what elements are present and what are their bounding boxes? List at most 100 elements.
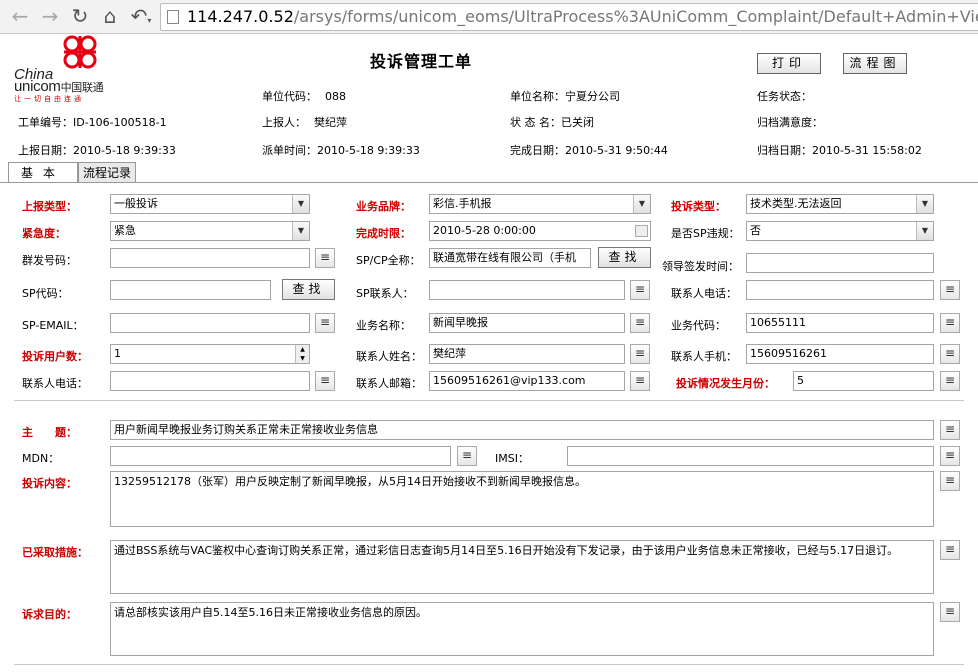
menu-icon[interactable]: ≡ [940,371,960,391]
contact-name-label: 联系人姓名： [356,350,422,363]
section-divider [14,400,964,401]
leader-sign-time-field[interactable] [746,253,934,273]
imsi-label: IMSI： [495,452,529,465]
sp-email-field[interactable] [110,313,310,333]
logo-slogan: 让一切自由连通 [14,95,84,103]
logo-unicom-text: unicom中国联通 [14,78,104,95]
sp-cp-find-button[interactable]: 查找 [598,247,651,268]
archive-date-info: 归档日期：2010-5-31 15:58:02 [757,144,922,157]
complaint-type-label: 投诉类型： [671,200,726,213]
contact-mobile-label: 联系人手机： [671,350,737,363]
page-title: 投诉管理工单 [370,52,473,71]
home-icon[interactable]: ⌂ [98,5,122,29]
contact-email-label: 联系人邮箱： [356,377,422,390]
menu-icon[interactable]: ≡ [315,313,335,333]
leader-sign-time-label: 领导签发时间： [662,260,739,273]
back-arrow-icon[interactable]: ← [8,5,32,29]
report-type-select[interactable]: 一般投诉 ▼ [110,194,310,214]
contact-phone-field[interactable] [746,280,934,300]
contact-name-field[interactable]: 樊纪萍 [429,344,625,364]
calendar-icon[interactable] [635,225,648,237]
section-divider [14,664,964,665]
menu-icon[interactable]: ≡ [457,446,477,466]
contact-phone-label: 联系人电话： [671,287,737,300]
unit-code-info: 单位代码： 088 [262,90,346,103]
tab-flow-records[interactable]: 流程记录 [78,162,136,183]
service-code-field[interactable]: 10655111 [746,313,934,333]
sp-violation-label: 是否SP违规： [671,227,740,240]
complaint-users-label: 投诉用户数： [22,350,88,363]
complete-date-info: 完成日期：2010-5-31 9:50:44 [510,144,668,157]
chevron-down-icon: ▼ [292,222,309,240]
menu-icon[interactable]: ≡ [940,344,960,364]
measures-label: 已采取措施： [22,546,88,559]
mdn-field[interactable] [110,446,451,466]
sp-contact-label: SP联系人： [356,287,414,300]
print-button[interactable]: 打印 [757,53,821,74]
imsi-field[interactable] [567,446,934,466]
report-date-info: 上报日期：2010-5-18 9:39:33 [18,144,176,157]
service-name-field[interactable]: 新闻早晚报 [429,313,625,333]
sp-code-label: SP代码： [22,287,69,300]
sp-cp-name-field[interactable]: 联通宽带在线有限公司（手机 [429,248,591,268]
contact-phone2-field[interactable] [110,371,310,391]
tab-basic[interactable]: 基本 [8,162,78,183]
address-bar[interactable]: 114.247.0.52/arsys/forms/unicom_eoms/Ult… [160,3,978,31]
reporter-info: 上报人： 樊纪萍 [262,116,347,129]
history-back-icon[interactable]: ↶▾ [126,5,156,29]
occur-month-field[interactable]: 5 [793,371,934,391]
tab-divider [0,182,978,183]
reload-icon[interactable]: ↻ [68,5,92,29]
sp-code-find-button[interactable]: 查找 [282,279,335,300]
menu-icon[interactable]: ≡ [630,313,650,333]
menu-icon[interactable]: ≡ [315,371,335,391]
menu-icon[interactable]: ≡ [940,313,960,333]
sp-contact-field[interactable] [429,280,625,300]
sp-email-label: SP-EMAIL： [22,319,84,332]
sp-violation-select[interactable]: 否 ▼ [746,221,934,241]
sp-cp-name-label: SP/CP全称： [356,254,421,267]
chevron-down-icon: ▼ [292,195,309,213]
group-number-field[interactable] [110,248,310,268]
menu-icon[interactable]: ≡ [940,471,960,491]
business-brand-select[interactable]: 彩信.手机报 ▼ [429,194,651,214]
service-code-label: 业务代码： [671,319,726,332]
business-brand-label: 业务品牌： [356,200,411,213]
archive-satisfaction-info: 归档满意度： [757,116,823,129]
chevron-down-icon: ▼ [916,222,933,240]
menu-icon[interactable]: ≡ [940,540,960,560]
forward-arrow-icon[interactable]: → [38,5,62,29]
menu-icon[interactable]: ≡ [940,602,960,622]
group-number-label: 群发号码： [22,254,77,267]
ticket-number-info: 工单编号：ID-106-100518-1 [18,116,167,129]
flowchart-button[interactable]: 流程图 [843,53,907,74]
menu-icon[interactable]: ≡ [630,280,650,300]
menu-icon[interactable]: ≡ [630,344,650,364]
complaint-users-stepper[interactable]: 1 ▲ ▼ [110,344,310,364]
contact-mobile-field[interactable]: 15609516261 [746,344,934,364]
menu-icon[interactable]: ≡ [630,371,650,391]
chevron-down-icon: ▼ [633,195,650,213]
status-info: 状 态 名：已关闭 [510,116,594,129]
complaint-content-textarea[interactable]: 13259512178（张军）用户反映定制了新闻早晚报，从5月14日开始接收不到… [110,471,934,527]
complaint-type-select[interactable]: 技术类型.无法返回 ▼ [746,194,934,214]
urgency-select[interactable]: 紧急 ▼ [110,221,310,241]
occur-month-label: 投诉情况发生月份： [676,377,775,390]
unit-name-info: 单位名称：宁夏分公司 [510,90,620,103]
menu-icon[interactable]: ≡ [315,248,335,268]
measures-textarea[interactable]: 通过BSS系统与VAC鉴权中心查询订购关系正常，通过彩信日志查询5月14日至5.… [110,540,934,594]
menu-icon[interactable]: ≡ [940,420,960,440]
dispatch-time-info: 派单时间：2010-5-18 9:39:33 [262,144,420,157]
china-unicom-logo: China unicom中国联通 让一切自由连通 [12,35,112,106]
contact-email-field[interactable]: 15609516261@vip133.com [429,371,625,391]
sp-code-field[interactable] [110,280,271,300]
url-path: /arsys/forms/unicom_eoms/UltraProcess%3A… [293,7,978,26]
menu-icon[interactable]: ≡ [940,446,960,466]
purpose-textarea[interactable]: 请总部核实该用户自5.14至5.16日未正常接收业务信息的原因。 [110,602,934,656]
spinner-icon[interactable]: ▲ ▼ [295,345,309,363]
deadline-field[interactable]: 2010-5-28 0:00:00 [429,221,651,241]
purpose-label: 诉求目的： [22,608,77,621]
subject-field[interactable]: 用户新闻早晚报业务订购关系正常未正常接收业务信息 [110,420,934,440]
subject-label: 主 题： [22,426,77,439]
menu-icon[interactable]: ≡ [940,280,960,300]
